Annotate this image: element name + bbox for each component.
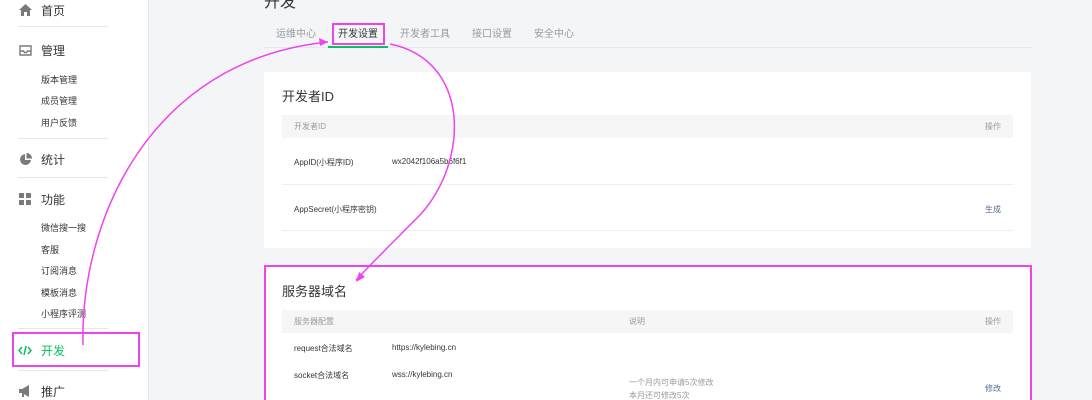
annotation-highlight-server-domain xyxy=(264,265,1032,400)
annotation-highlight-develop xyxy=(12,332,140,367)
table-header: 开发者ID 操作 xyxy=(282,115,1013,138)
pie-chart-icon xyxy=(18,152,32,166)
generate-secret-link[interactable]: 生成 xyxy=(985,204,1001,215)
inbox-icon xyxy=(18,43,32,57)
sidebar-item-manage[interactable]: 管理 xyxy=(18,40,65,60)
sidebar-subitem-members[interactable]: 成员管理 xyxy=(41,94,77,108)
column-header-action: 操作 xyxy=(985,122,1001,131)
sidebar-item-label: 统计 xyxy=(41,152,66,167)
section-title: 开发者ID xyxy=(282,89,335,104)
tab-operations[interactable]: 运维中心 xyxy=(276,26,316,44)
tab-dev-tools[interactable]: 开发者工具 xyxy=(400,26,450,44)
megaphone-icon xyxy=(18,384,32,398)
sidebar-subitem-search[interactable]: 微信搜一搜 xyxy=(41,221,86,235)
divider xyxy=(18,328,108,329)
sidebar-item-promote[interactable]: 推广 xyxy=(18,381,65,400)
column-header: 开发者ID xyxy=(294,122,326,131)
sidebar-item-home[interactable]: 首页 xyxy=(18,0,65,20)
row-label: AppSecret(小程序密钥) xyxy=(294,205,377,214)
grid-icon xyxy=(18,192,32,206)
divider xyxy=(18,138,108,139)
sidebar-subitem-service[interactable]: 客服 xyxy=(41,243,59,257)
divider xyxy=(18,370,108,371)
table-row: AppSecret(小程序密钥) 生成 xyxy=(282,185,1013,231)
annotation-highlight-tab xyxy=(332,23,385,45)
row-label: AppID(小程序ID) xyxy=(294,158,354,167)
sidebar-subitem-review[interactable]: 小程序评测 xyxy=(41,307,86,321)
tab-security[interactable]: 安全中心 xyxy=(534,26,574,44)
divider xyxy=(18,26,108,27)
divider xyxy=(18,177,108,178)
sidebar-item-features[interactable]: 功能 xyxy=(18,189,65,209)
home-icon xyxy=(18,3,32,17)
sidebar-item-stats[interactable]: 统计 xyxy=(18,149,65,169)
sidebar-subitem-template[interactable]: 模板消息 xyxy=(41,286,77,300)
sidebar-subitem-version[interactable]: 版本管理 xyxy=(41,73,77,87)
table-row: AppID(小程序ID) wx2042f106a5b6f6f1 xyxy=(282,138,1013,185)
sidebar-item-label: 功能 xyxy=(41,192,66,207)
sidebar-item-label: 管理 xyxy=(41,43,66,58)
developer-id-card: 开发者ID 开发者ID 操作 AppID(小程序ID) wx2042f106a5… xyxy=(264,72,1031,248)
sidebar-subitem-feedback[interactable]: 用户反馈 xyxy=(41,116,77,130)
sidebar-subitem-subscribe[interactable]: 订阅消息 xyxy=(41,264,77,278)
sidebar-item-label: 推广 xyxy=(41,384,66,399)
sidebar-item-label: 首页 xyxy=(41,3,66,18)
page-title: 开发 xyxy=(264,0,297,11)
appid-value: wx2042f106a5b6f6f1 xyxy=(392,157,467,166)
tab-api-settings[interactable]: 接口设置 xyxy=(472,26,512,44)
tab-active-indicator xyxy=(328,46,388,48)
